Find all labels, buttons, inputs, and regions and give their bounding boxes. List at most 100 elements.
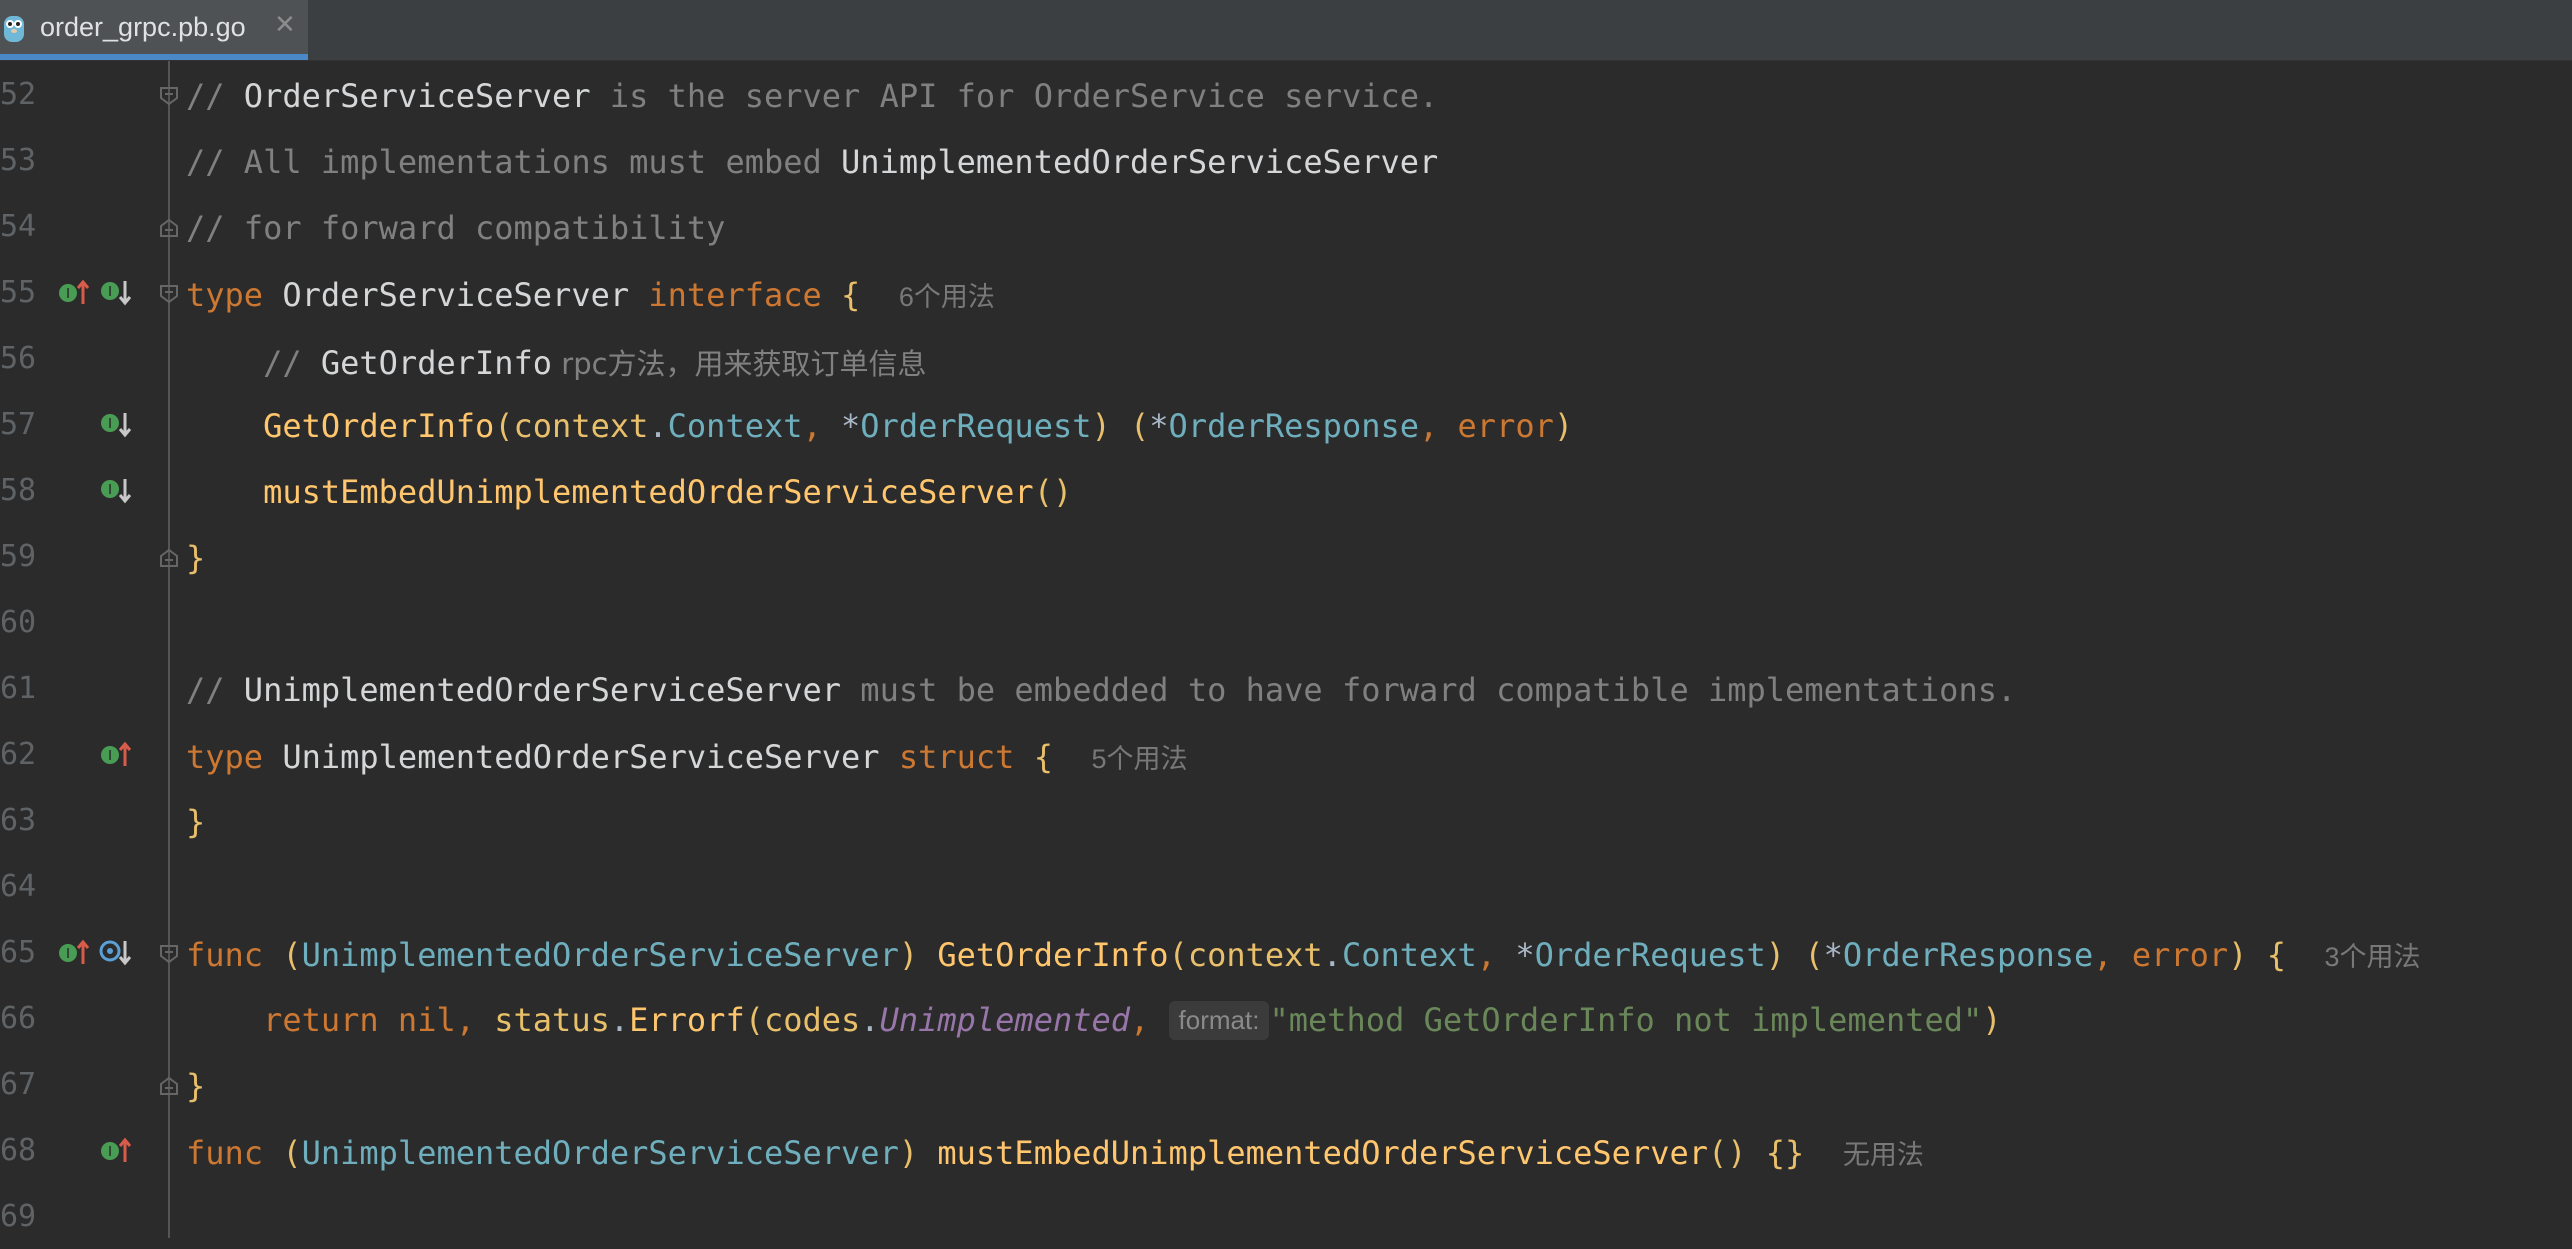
line-number: 69 [0,1199,37,1234]
comment-text: // [186,77,244,115]
implemented-arrow-up-icon[interactable]: I [98,739,134,769]
type-ref: error [1457,407,1554,445]
paren: ) [1553,407,1574,445]
fold-marker-icon[interactable] [158,217,180,239]
brace: {} [1746,1134,1805,1172]
line-number: 59 [0,539,37,574]
implemented-arrow-up-icon[interactable]: I [56,277,92,307]
punct: . [648,407,668,445]
receiver-type[interactable]: UnimplementedOrderServiceServer [302,1134,899,1172]
svg-text:I: I [66,287,70,302]
usage-count-hint[interactable]: 6个用法 [899,282,995,312]
svg-text:I: I [108,1145,112,1160]
code-line: 55 I I type OrderServiceServer interface… [0,259,2572,325]
usage-count-hint[interactable]: 3个用法 [2324,942,2420,972]
paren: ) [898,1134,938,1172]
tab-label: order_grpc.pb.go [40,12,246,42]
type-name[interactable]: UnimplementedOrderServiceServer [282,738,879,776]
type-ref: error [2131,936,2229,974]
type-name[interactable]: OrderServiceServer [282,276,629,314]
code-line: 66 return nil, status.Errorf(codes.Unimp… [0,985,2572,1051]
punct: . [860,1001,880,1039]
line-number: 57 [0,407,37,442]
method-name[interactable]: mustEmbedUnimplementedOrderServiceServer [263,473,1034,511]
svg-text:I: I [108,417,112,432]
code-line: 69 [0,1183,2572,1249]
package-name: context [1187,936,1323,974]
fold-marker-icon[interactable] [158,943,180,965]
paren: ) [1765,936,1786,974]
code-line: 67 } [0,1051,2572,1117]
line-number: 65 [0,935,37,970]
implementing-arrow-down-icon[interactable]: I [98,277,134,307]
fold-marker-icon[interactable] [158,85,180,107]
type-ref: Context [1341,936,1477,974]
paren: () [1707,1134,1747,1172]
type-ref: OrderResponse [1168,407,1419,445]
brace: { [2247,936,2286,974]
function-name[interactable]: GetOrderInfo [937,936,1168,974]
active-tab-indicator [0,54,308,60]
paren: ( [1110,407,1150,445]
line-number: 54 [0,209,37,244]
comment-text: is the server API for OrderService servi… [590,77,1439,115]
comment-text: // [186,671,244,709]
svg-text:I: I [108,483,112,498]
line-number: 63 [0,803,37,838]
implemented-arrow-up-icon[interactable]: I [98,1135,134,1165]
close-icon[interactable]: ✕ [274,10,296,40]
punct: , [1476,936,1516,974]
code-line: 68 I func (UnimplementedOrderServiceServ… [0,1117,2572,1183]
function-call[interactable]: Errorf [629,1001,745,1039]
implementing-arrow-down-icon[interactable]: I [98,409,134,439]
implemented-arrow-up-icon[interactable]: I [56,937,92,967]
punct: , [2093,936,2132,974]
comment-text: // [263,344,321,382]
brace: } [186,539,206,577]
code-line: 52 // OrderServiceServer is the server A… [0,61,2572,127]
constant[interactable]: Unimplemented [880,1001,1130,1039]
comment-identifier: UnimplementedOrderServiceServer [841,143,1439,181]
keyword: type [186,738,264,776]
code-line: 56 // GetOrderInfo rpc方法，用来获取订单信息 [0,325,2572,391]
punct: * [1823,936,1843,974]
paren: ( [494,407,514,445]
punct: , [1130,1001,1169,1039]
code-editor[interactable]: 52 // OrderServiceServer is the server A… [0,61,2572,1238]
line-number: 56 [0,341,37,376]
fold-marker-icon[interactable] [158,547,180,569]
line-number: 58 [0,473,37,508]
code-text: } [186,539,205,577]
code-text: func (UnimplementedOrderServiceServer) G… [186,935,2421,974]
svg-text:I: I [108,285,112,300]
keyword: func [186,936,264,974]
paren: ( [744,1001,764,1039]
paren: ) [1091,407,1111,445]
gopher-file-icon [4,16,24,42]
usage-count-hint[interactable]: 无用法 [1843,1140,1924,1170]
fold-marker-icon[interactable] [158,283,180,305]
comment-text: // for forward compatibility [186,209,726,247]
fold-marker-icon[interactable] [158,1075,180,1097]
keyword: return [263,1001,379,1039]
receiver-type[interactable]: UnimplementedOrderServiceServer [302,936,899,974]
line-number: 55 [0,275,37,310]
code-text: return nil, status.Errorf(codes.Unimplem… [186,1001,2002,1040]
code-text: // OrderServiceServer is the server API … [186,77,1438,115]
override-down-icon[interactable] [98,937,134,967]
paren: () [1033,473,1073,511]
tab-order-grpc-pb-go[interactable]: order_grpc.pb.go ✕ [0,0,308,60]
paren: ) [1982,1001,2002,1039]
punct: * [841,407,861,445]
brace: } [186,1067,206,1105]
usage-count-hint[interactable]: 5个用法 [1091,744,1187,774]
line-number: 62 [0,737,37,772]
code-text: // All implementations must embed Unimpl… [186,143,1438,181]
code-line: 53 // All implementations must embed Uni… [0,127,2572,193]
line-number: 66 [0,1001,37,1036]
type-ref: Context [667,407,803,445]
code-line: 59 } [0,523,2572,589]
method-name[interactable]: GetOrderInfo [263,407,494,445]
function-name[interactable]: mustEmbedUnimplementedOrderServiceServer [937,1134,1708,1172]
implementing-arrow-down-icon[interactable]: I [98,475,134,505]
